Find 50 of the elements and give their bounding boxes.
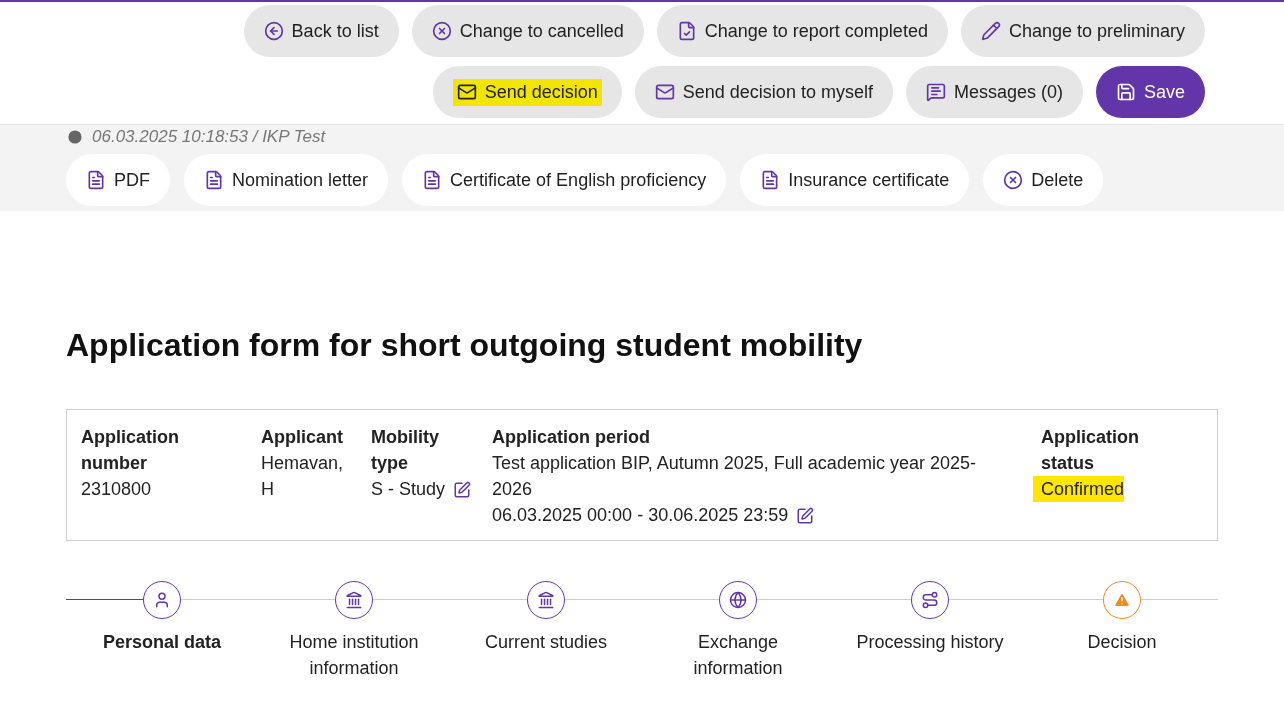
document-button[interactable]: Insurance certificate [740, 154, 970, 206]
step-tab[interactable]: Current studies [450, 581, 642, 681]
action-button[interactable]: Messages (0) [905, 66, 1083, 118]
document-button[interactable]: PDF [66, 154, 170, 206]
step-tab[interactable]: Exchange information [642, 581, 834, 681]
field-label: Mobility type [371, 426, 440, 475]
close-icon [1003, 170, 1024, 190]
save-icon [1115, 82, 1136, 102]
document-icon [86, 170, 106, 190]
route-icon [921, 591, 939, 609]
step-tab[interactable]: Processing history [834, 581, 1026, 681]
action-button[interactable]: Change to preliminary [960, 5, 1205, 57]
field-label: Application number [81, 426, 180, 475]
action-button[interactable]: Send decision [432, 66, 622, 118]
field-label: Applicant [261, 426, 344, 449]
field-label: Application status [1041, 426, 1140, 475]
action-button[interactable]: Change to report completed [656, 5, 948, 57]
document-button[interactable]: Certificate of English proficiency [402, 154, 727, 206]
field-value: S - Study [371, 478, 446, 501]
envelope-icon [654, 82, 675, 102]
edit-icon[interactable] [453, 481, 472, 499]
action-button[interactable]: Back to list [243, 5, 399, 57]
user-icon [153, 591, 171, 609]
warning-icon [1113, 591, 1131, 609]
field-value: Confirmed [1033, 476, 1125, 502]
field-value: 2310800 [81, 478, 152, 501]
document-button[interactable]: Nomination letter [184, 154, 389, 206]
globe-icon [729, 591, 747, 609]
close-icon [431, 21, 452, 41]
bank-icon [537, 591, 555, 609]
message-icon [925, 82, 946, 102]
bank-icon [345, 591, 363, 609]
field-value: 06.03.2025 00:00 - 30.06.2025 23:59 [492, 504, 789, 527]
action-button[interactable]: Send decision to myself [634, 66, 893, 118]
action-button[interactable]: Change to cancelled [411, 5, 644, 57]
pencil-icon [980, 21, 1001, 41]
step-tab[interactable]: Personal data [66, 581, 258, 681]
page-title: Application form for short outgoing student mobility [66, 326, 864, 365]
step-tab[interactable]: Home institution information [258, 581, 450, 681]
timestamp: 06.03.2025 10:18:53 / IKP Test [92, 126, 326, 149]
document-button[interactable]: Delete [983, 154, 1104, 206]
action-button[interactable]: Save [1095, 66, 1205, 118]
field-value: Test application BIP, Autumn 2025, Full academic year 2025-2026 [492, 452, 977, 501]
step-tab[interactable]: Decision [1026, 581, 1218, 681]
edit-icon[interactable] [796, 507, 815, 525]
document-icon [204, 170, 224, 190]
field-label: Application period [492, 426, 651, 449]
document-icon [422, 170, 443, 190]
field-value: Hemavan, H [261, 452, 345, 501]
envelope-icon [456, 82, 477, 102]
